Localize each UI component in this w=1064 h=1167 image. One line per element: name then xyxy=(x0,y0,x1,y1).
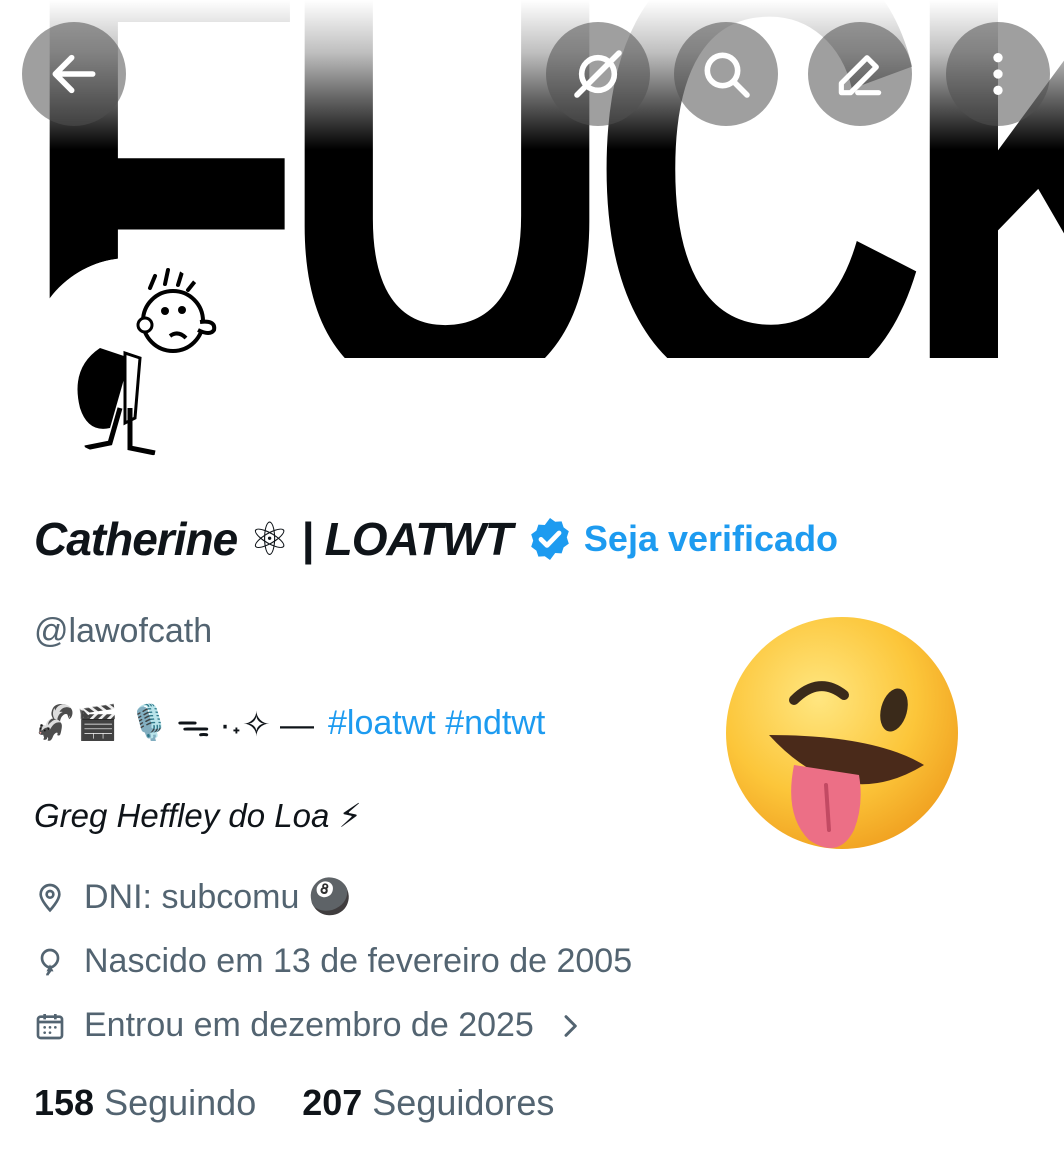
back-button[interactable] xyxy=(22,22,126,126)
more-vertical-icon xyxy=(993,53,1003,95)
winking-tongue-emoji-icon xyxy=(726,617,958,849)
bio-line-2: Greg Heffley do Loa ⚡ xyxy=(34,797,362,834)
pencil-icon xyxy=(838,55,882,96)
user-handle: @lawofcath xyxy=(34,612,213,650)
name-row: Catherine ⚛ | LOATWT Seja verificado xyxy=(34,512,838,566)
birthday-row: Nascido em 13 de fevereiro de 2005 xyxy=(34,942,632,981)
avatar[interactable] xyxy=(30,258,230,458)
followers-count: 207 xyxy=(302,1082,363,1123)
joined-text: Entrou em dezembro de 2025 xyxy=(84,1006,534,1044)
location-text: DNI: subcomu 🎱 xyxy=(84,878,352,916)
following-count: 158 xyxy=(34,1082,95,1123)
grok-slash-icon xyxy=(574,50,622,98)
avatar-image xyxy=(30,258,230,458)
joined-row[interactable]: Entrou em dezembro de 2025 xyxy=(34,1006,586,1045)
following-link[interactable]: 158 Seguindo xyxy=(34,1082,256,1124)
arrow-left-icon xyxy=(52,54,96,94)
following-label: Seguindo xyxy=(104,1082,257,1123)
more-button[interactable] xyxy=(946,22,1050,126)
edit-button[interactable] xyxy=(808,22,912,126)
search-icon xyxy=(704,52,750,98)
birthday-text: Nascido em 13 de fevereiro de 2005 xyxy=(84,942,633,980)
bio-hashtags-link[interactable]: #loatwt #ndtwt xyxy=(328,704,545,743)
get-verified-link[interactable]: Seja verificado xyxy=(584,518,838,560)
display-name: Catherine ⚛ | LOATWT xyxy=(34,513,513,565)
grok-button[interactable] xyxy=(546,22,650,126)
balloon-icon xyxy=(40,948,60,975)
location-row: DNI: subcomu 🎱 xyxy=(34,877,351,917)
bio-line-1: 🦨🎬 🎙️ ᯓ ·˖✧ — #loatwt #ndtwt xyxy=(34,700,545,746)
followers-label: Seguidores xyxy=(372,1082,555,1123)
calendar-icon xyxy=(36,1013,64,1039)
chevron-right-icon xyxy=(564,1014,577,1037)
bio-symbols: ᯓ ·˖✧ — xyxy=(176,706,315,744)
verified-badge-icon[interactable] xyxy=(526,515,574,563)
bio-emojis: 🦨🎬 🎙️ xyxy=(34,704,171,742)
follow-stats: 158 Seguindo 207 Seguidores xyxy=(34,1082,554,1124)
followers-link[interactable]: 207 Seguidores xyxy=(302,1082,554,1124)
location-pin-icon xyxy=(39,883,61,913)
search-button[interactable] xyxy=(674,22,778,126)
